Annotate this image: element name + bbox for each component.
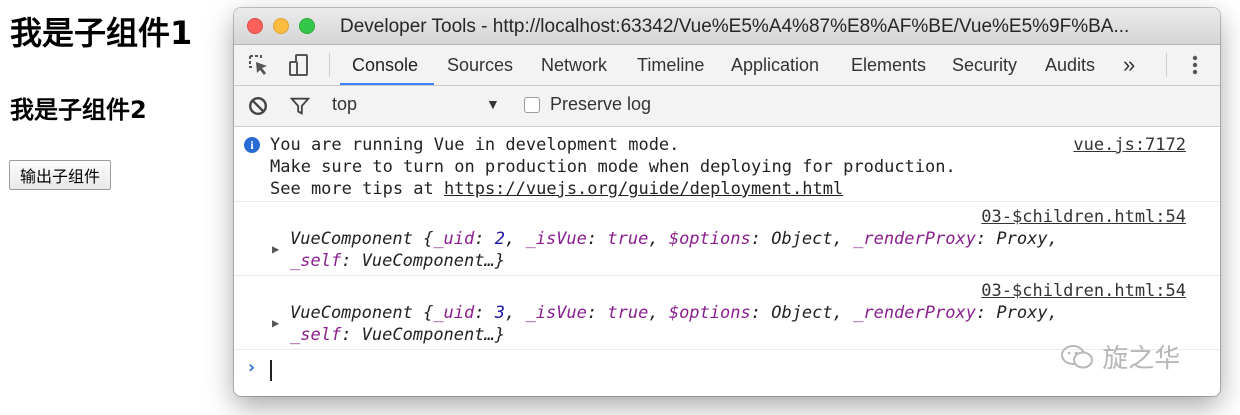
minimize-window-button[interactable] (273, 18, 289, 34)
window-title: Developer Tools - http://localhost:63342… (340, 16, 1130, 37)
more-vertical-icon[interactable] (1183, 53, 1207, 77)
close-window-button[interactable] (247, 18, 263, 34)
text-cursor (270, 360, 272, 381)
source-link[interactable]: 03-$children.html:54 (981, 207, 1186, 227)
console-filterbar: top ▼ Preserve log (234, 86, 1220, 127)
element-select-icon[interactable] (247, 53, 271, 77)
obj-value: true (607, 303, 649, 323)
obj-key: _renderProxy (853, 303, 976, 323)
tab-network[interactable]: Network (541, 45, 607, 85)
obj-value: true (607, 229, 649, 249)
tab-security[interactable]: Security (952, 45, 1017, 85)
object-preview-line-1[interactable]: VueComponent {_uid: 2, _isVue: true, $op… (290, 229, 1058, 249)
context-select[interactable]: top (332, 94, 357, 115)
obj-value: Object (771, 229, 833, 249)
obj-value: Object (771, 303, 833, 323)
page-heading-1: 我是子组件1 (10, 14, 193, 52)
output-children-button[interactable]: 输出子组件 (9, 160, 112, 190)
obj-value: Proxy (996, 229, 1048, 249)
obj-key: _self (290, 251, 342, 271)
wechat-logo-icon (1061, 345, 1093, 369)
obj-key: _isVue (525, 229, 587, 249)
object-preview-line-2[interactable]: _self: VueComponent…} (290, 251, 505, 271)
source-link-vue[interactable]: vue.js:7172 (1073, 135, 1186, 155)
tab-application[interactable]: Application (731, 45, 819, 85)
obj-key: _uid (433, 303, 475, 323)
prompt-caret-icon: › (246, 357, 257, 378)
obj-key: _self (290, 325, 342, 345)
watermark: 旋之华 (1060, 338, 1180, 375)
info-line-2: Make sure to turn on production mode whe… (270, 157, 956, 177)
device-mode-icon[interactable] (287, 53, 311, 77)
active-tab-indicator (340, 83, 434, 85)
source-link[interactable]: 03-$children.html:54 (981, 281, 1186, 301)
page-heading-2: 我是子组件2 (10, 96, 147, 124)
toolbar-divider (1166, 53, 1167, 77)
chevron-down-icon[interactable]: ▼ (486, 96, 500, 112)
obj-value: 2 (494, 229, 505, 249)
clear-console-icon[interactable] (247, 95, 269, 117)
class-name: VueComponent (290, 229, 413, 249)
console-info-message: i You are running Vue in development mod… (234, 127, 1220, 202)
info-line-3-prefix: See more tips at (270, 179, 444, 199)
tab-timeline[interactable]: Timeline (637, 45, 704, 85)
obj-key: _isVue (525, 303, 587, 323)
window-titlebar: Developer Tools - http://localhost:63342… (234, 8, 1220, 45)
obj-value: Proxy (996, 303, 1048, 323)
obj-key: $options (668, 303, 751, 323)
tab-elements[interactable]: Elements (851, 45, 926, 85)
obj-value: VueComponent…} (361, 325, 505, 345)
expand-triangle-icon[interactable]: ▶ (272, 242, 279, 256)
obj-key: _renderProxy (853, 229, 976, 249)
object-preview-line-1[interactable]: VueComponent {_uid: 3, _isVue: true, $op… (290, 303, 1058, 323)
obj-value: VueComponent…} (361, 251, 505, 271)
obj-key: _uid (433, 229, 475, 249)
info-line-3: See more tips at https://vuejs.org/guide… (270, 179, 843, 199)
toolbar-divider (329, 53, 330, 77)
obj-value: 3 (494, 303, 505, 323)
console-log-entry: 03-$children.html:54 ▶ VueComponent {_ui… (234, 202, 1220, 276)
filter-icon[interactable] (289, 95, 311, 117)
info-line-1: You are running Vue in development mode. (270, 135, 680, 155)
preserve-log-label: Preserve log (550, 94, 652, 114)
deployment-guide-link[interactable]: https://vuejs.org/guide/deployment.html (444, 179, 843, 199)
info-icon: i (244, 137, 260, 153)
zoom-window-button[interactable] (299, 18, 315, 34)
expand-triangle-icon[interactable]: ▶ (272, 316, 279, 330)
tab-console[interactable]: Console (352, 45, 418, 85)
tab-sources[interactable]: Sources (447, 45, 513, 85)
tab-audits[interactable]: Audits (1045, 45, 1095, 85)
devtools-tabbar: Console Sources Network Timeline Applica… (234, 45, 1220, 86)
class-name: VueComponent (290, 303, 413, 323)
preserve-log-checkbox[interactable] (524, 97, 540, 113)
more-tabs-button[interactable]: » (1123, 45, 1135, 85)
watermark-text: 旋之华 (1102, 344, 1181, 374)
object-preview-line-2[interactable]: _self: VueComponent…} (290, 325, 505, 345)
obj-key: $options (668, 229, 751, 249)
